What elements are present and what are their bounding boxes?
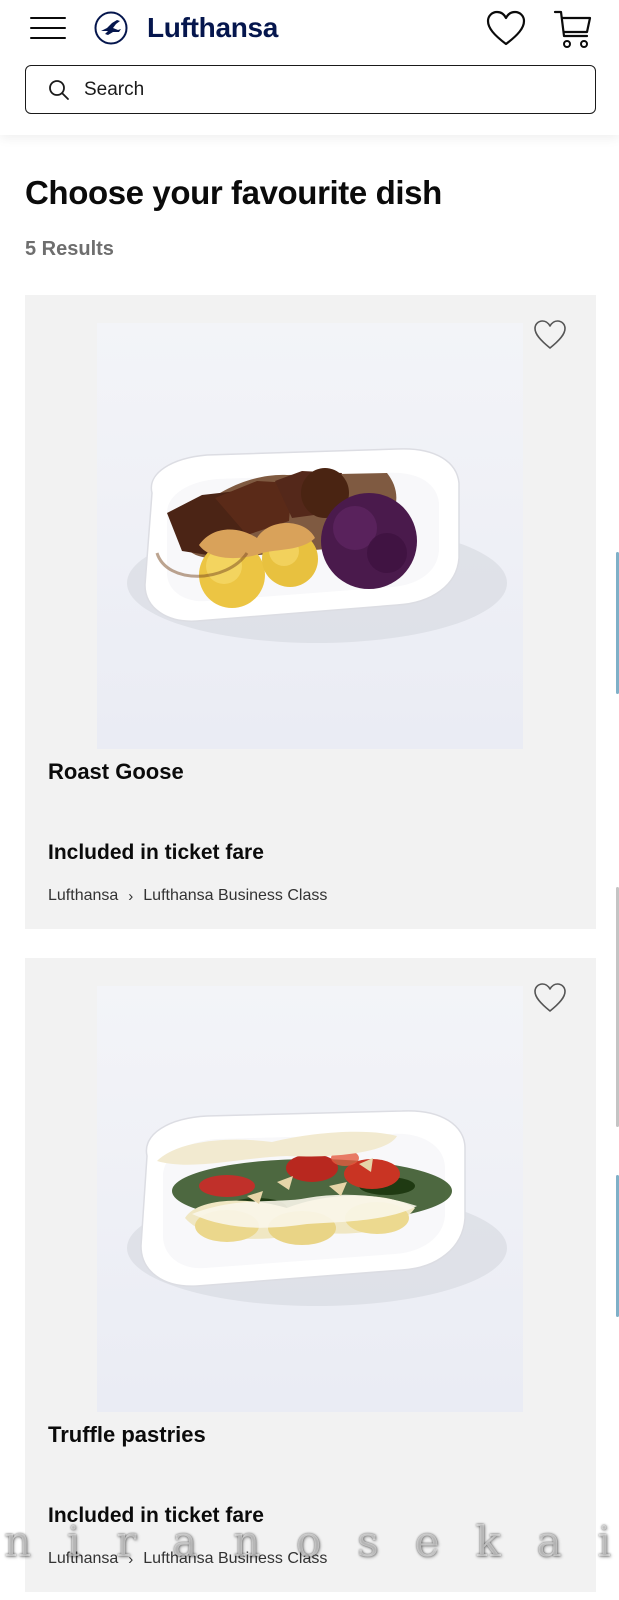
heart-icon[interactable]: [486, 10, 526, 48]
product-card[interactable]: Truffle pastries Included in ticket fare…: [25, 958, 596, 1592]
breadcrumb-item[interactable]: Lufthansa: [48, 887, 118, 905]
brand-name[interactable]: Lufthansa: [147, 12, 278, 44]
product-price: Included in ticket fare: [48, 1504, 264, 1527]
hamburger-menu-icon[interactable]: [30, 16, 66, 40]
product-image[interactable]: [97, 323, 523, 749]
product-breadcrumb: Lufthansa › Lufthansa Business Class: [48, 887, 327, 905]
app-header: Lufthansa: [0, 0, 619, 135]
shopping-cart-icon[interactable]: [553, 8, 593, 50]
favourite-heart-icon[interactable]: [533, 982, 567, 1014]
product-price: Included in ticket fare: [48, 841, 264, 864]
product-image[interactable]: [97, 986, 523, 1412]
search-input[interactable]: [84, 76, 574, 104]
lufthansa-logo-icon[interactable]: [94, 11, 128, 45]
breadcrumb-item[interactable]: Lufthansa: [48, 1550, 118, 1568]
breadcrumb-item[interactable]: Lufthansa Business Class: [143, 1550, 327, 1568]
favourite-heart-icon[interactable]: [533, 319, 567, 351]
product-card[interactable]: Roast Goose Included in ticket fare Luft…: [25, 295, 596, 929]
product-name[interactable]: Truffle pastries: [48, 1422, 206, 1448]
page-title: Choose your favourite dish: [25, 174, 442, 211]
results-count: 5 Results: [25, 238, 114, 260]
product-name[interactable]: Roast Goose: [48, 759, 184, 785]
chevron-right-icon: ›: [128, 1550, 134, 1568]
chevron-right-icon: ›: [128, 887, 134, 905]
search-bar[interactable]: [25, 65, 596, 114]
breadcrumb-item[interactable]: Lufthansa Business Class: [143, 887, 327, 905]
watermark-letter: i: [597, 1517, 611, 1566]
search-icon: [49, 80, 69, 100]
product-breadcrumb: Lufthansa › Lufthansa Business Class: [48, 1550, 327, 1568]
